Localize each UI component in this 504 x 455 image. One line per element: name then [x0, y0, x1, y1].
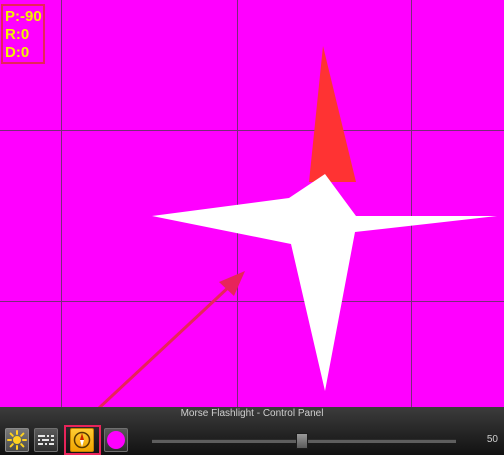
color-button[interactable] — [104, 428, 128, 452]
compass-icon — [73, 431, 91, 449]
morse-code-icon — [38, 435, 54, 445]
flashlight-button[interactable] — [5, 428, 29, 452]
control-panel-title: Morse Flashlight - Control Panel — [180, 408, 324, 419]
sun-icon — [7, 430, 27, 450]
roll-readout: R:0 — [5, 26, 30, 43]
direction-readout: D:0 — [5, 44, 30, 61]
compass-canvas — [0, 0, 504, 407]
morse-flashlight-app: P:-90 R:0 D:0 Morse Flashlight - Control… — [0, 0, 504, 455]
slider-value-label: 50 — [486, 434, 498, 445]
compass-button[interactable] — [70, 428, 94, 452]
brightness-slider-thumb[interactable] — [296, 433, 308, 449]
color-circle-icon — [107, 431, 125, 449]
pitch-readout: P:-90 — [5, 8, 42, 25]
orientation-readout: P:-90 R:0 D:0 — [1, 4, 45, 64]
morse-button[interactable] — [34, 428, 58, 452]
